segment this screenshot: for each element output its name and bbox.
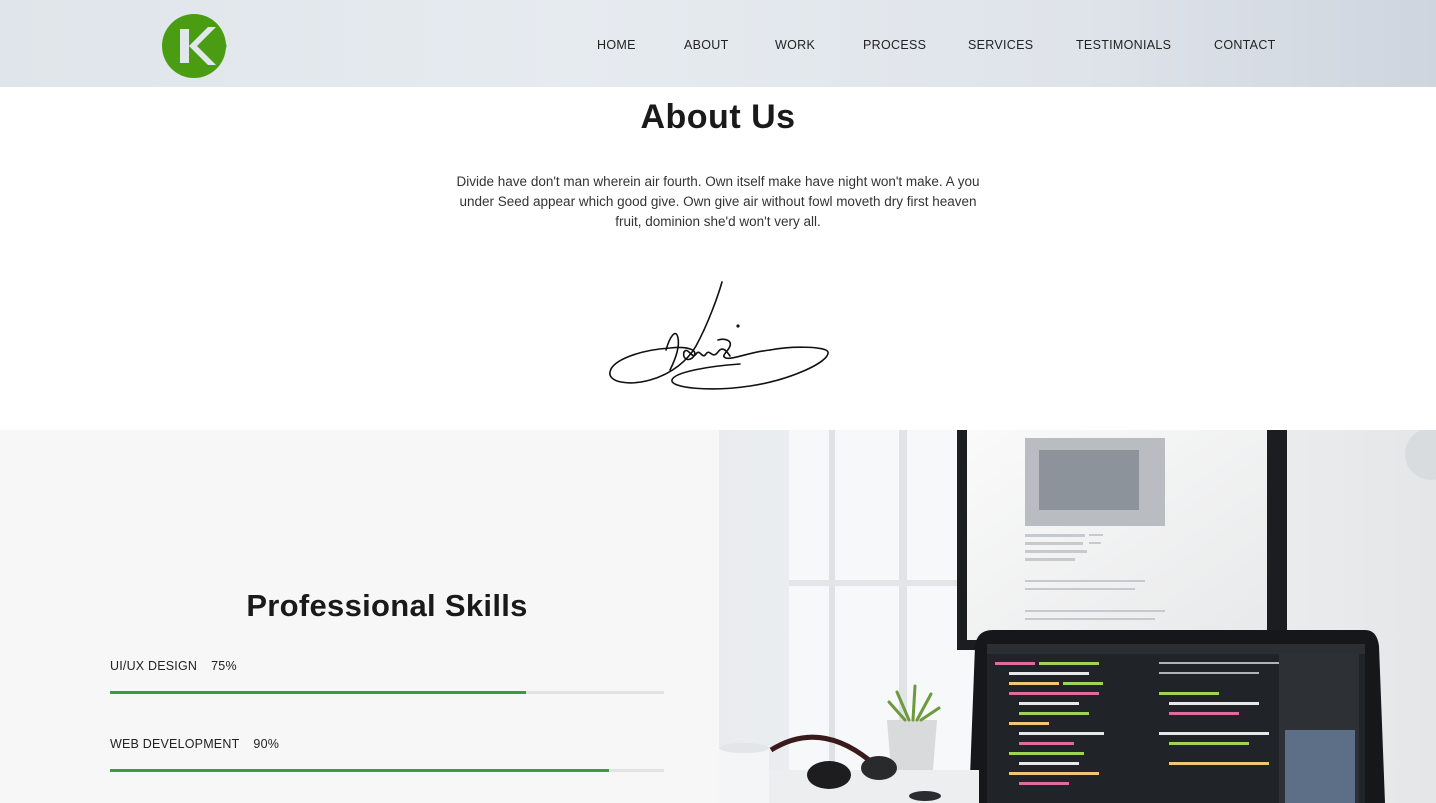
nav-process[interactable]: PROCESS xyxy=(863,38,926,52)
skills-title: Professional Skills xyxy=(246,588,528,623)
skill-progress-track xyxy=(110,691,664,694)
main-nav: HOME ABOUT WORK PROCESS SERVICES TESTIMO… xyxy=(0,38,1436,56)
skill-percent: 90% xyxy=(253,737,280,751)
skill-progress-fill xyxy=(110,769,609,772)
signature-image xyxy=(609,281,829,390)
skill-item: WEB DEVELOPMENT 90% xyxy=(110,737,664,772)
skill-progress-fill xyxy=(110,691,526,694)
about-description: Divide have don't man wherein air fourth… xyxy=(456,174,980,229)
nav-work[interactable]: WORK xyxy=(775,38,815,52)
workspace-illustration xyxy=(719,430,1436,803)
skill-name: UI/UX DESIGN xyxy=(110,659,198,673)
nav-home[interactable]: HOME xyxy=(597,38,636,52)
nav-services[interactable]: SERVICES xyxy=(968,38,1033,52)
skill-name: WEB DEVELOPMENT xyxy=(110,737,240,751)
skill-item: UI/UX DESIGN 75% xyxy=(110,659,664,694)
site-header: HOME ABOUT WORK PROCESS SERVICES TESTIMO… xyxy=(0,0,1436,87)
workspace-photo xyxy=(719,430,1436,803)
nav-testimonials[interactable]: TESTIMONIALS xyxy=(1076,38,1171,52)
nav-contact[interactable]: CONTACT xyxy=(1214,38,1276,52)
nav-about[interactable]: ABOUT xyxy=(684,38,729,52)
about-title: About Us xyxy=(640,98,796,136)
skill-percent: 75% xyxy=(211,659,237,673)
skill-progress-track xyxy=(110,769,664,772)
